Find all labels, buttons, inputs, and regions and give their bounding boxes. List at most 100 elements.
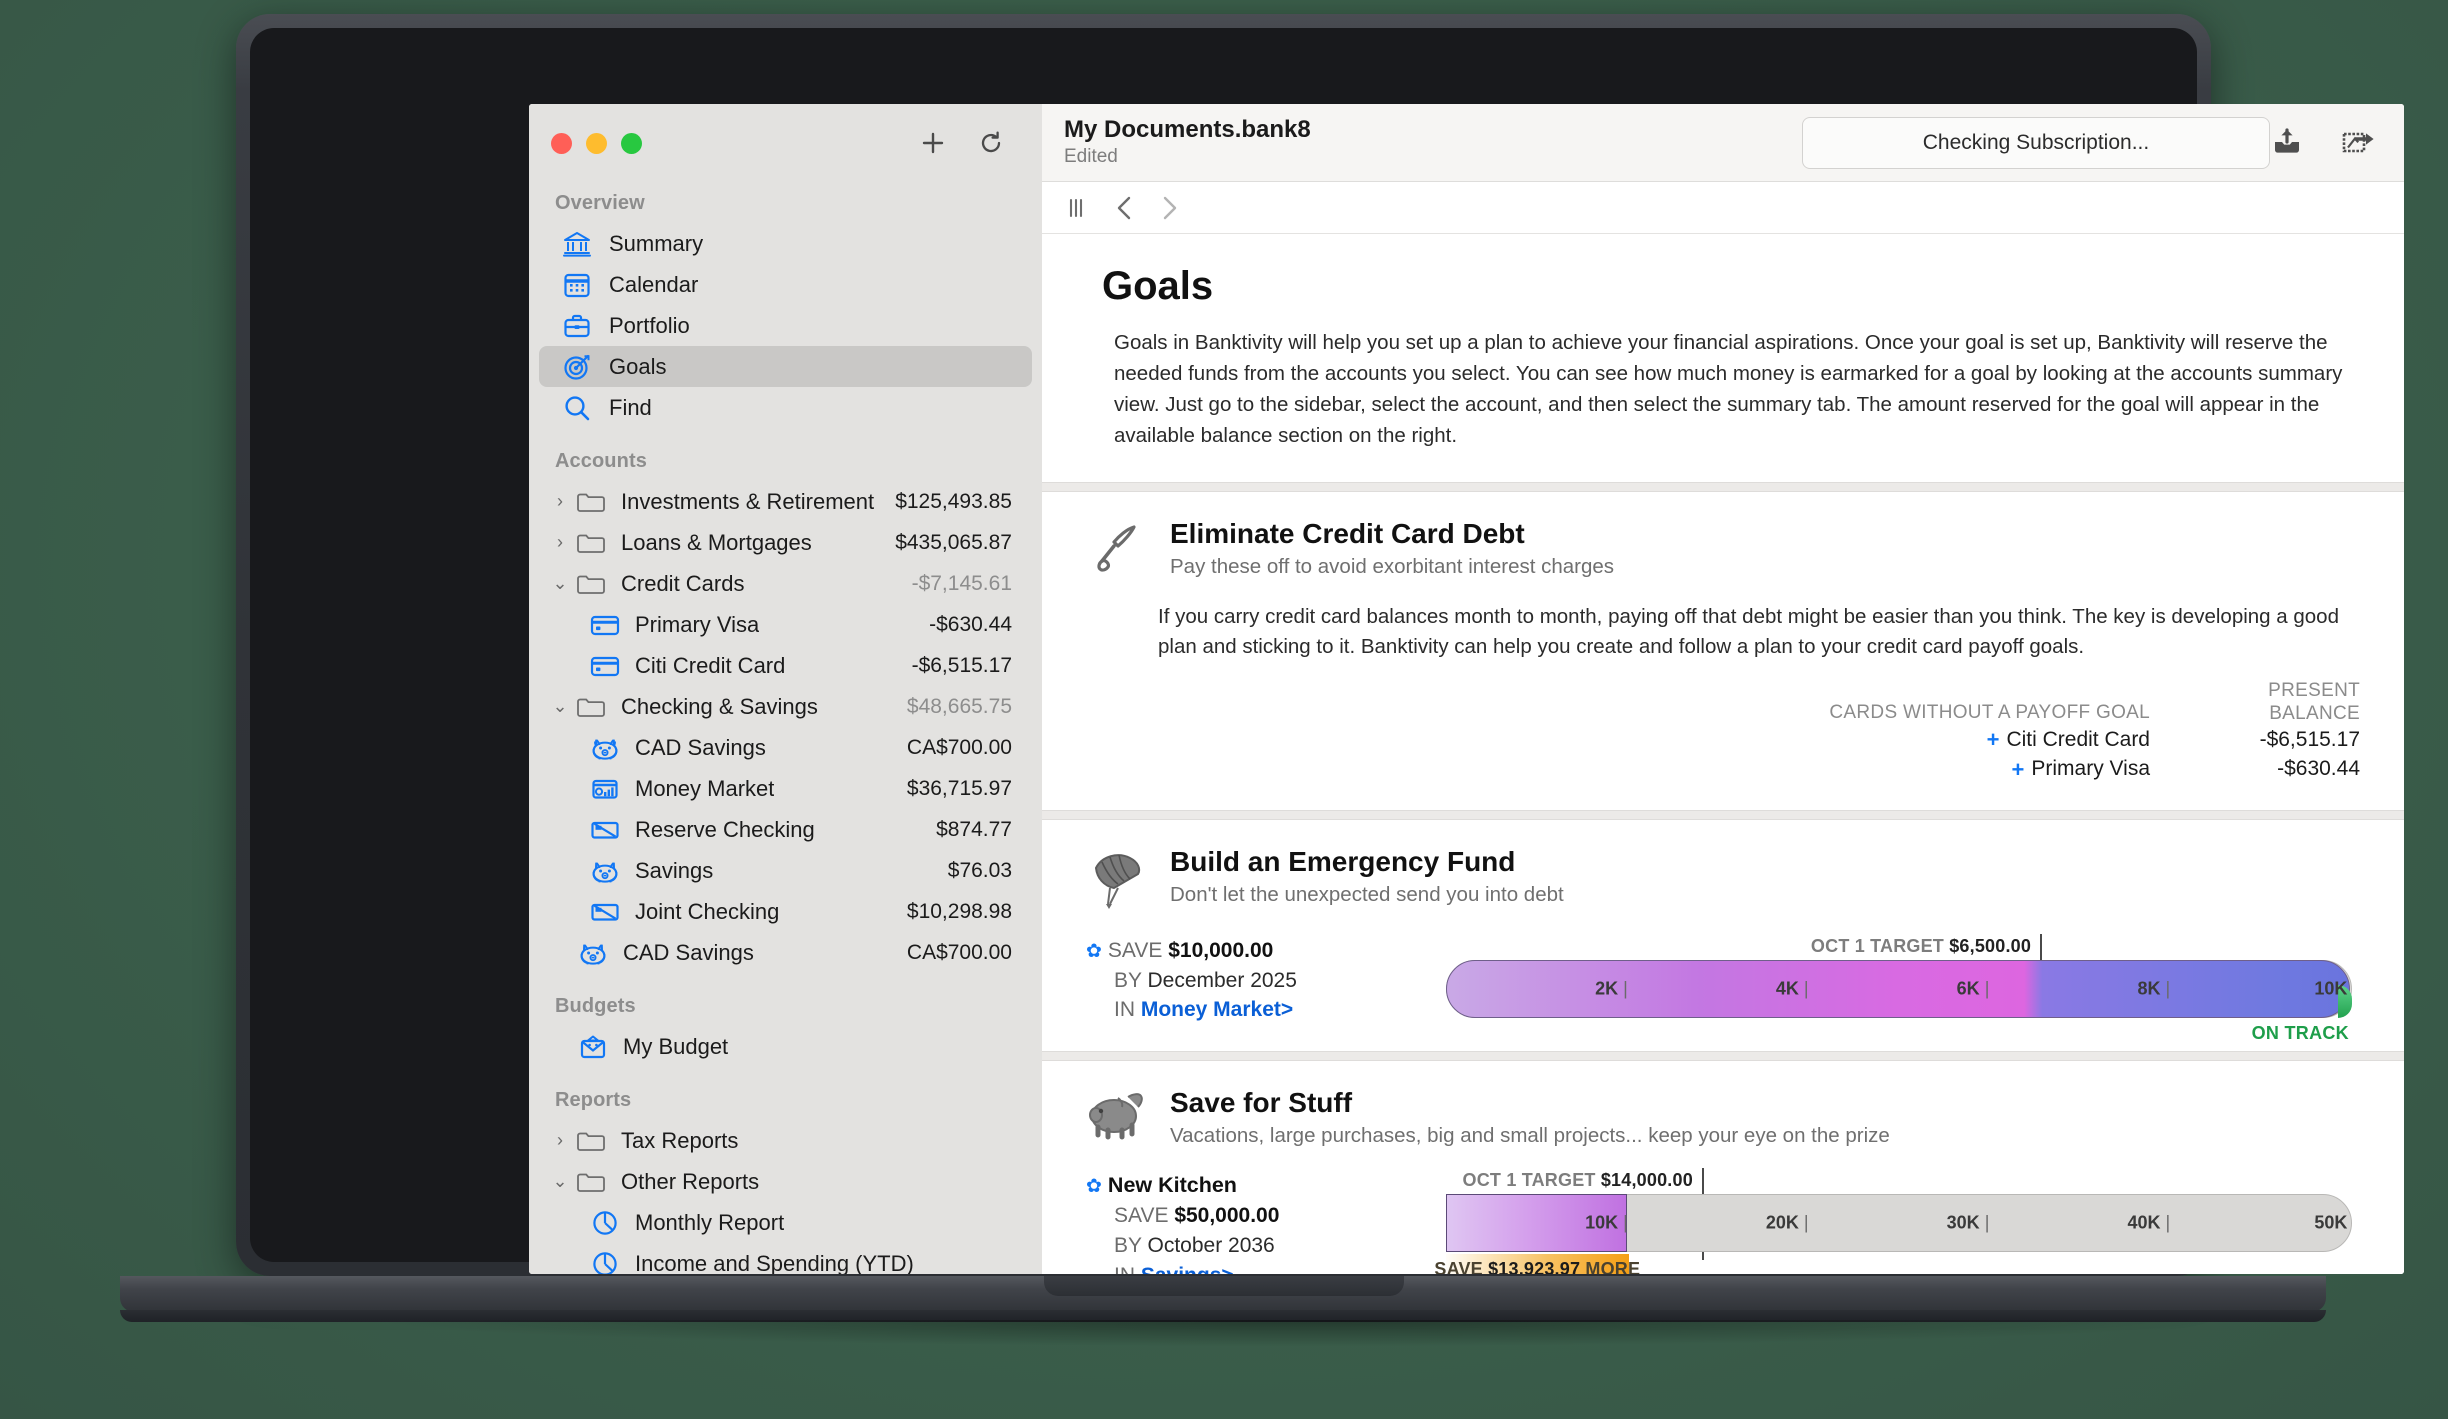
- budget-envelope-icon: [575, 1032, 611, 1062]
- progress-chart-new-kitchen: OCT 1 TARGET $14,000.00 10K | 20K | 30K …: [1434, 1168, 2360, 1274]
- folder-icon: [573, 1167, 609, 1197]
- gear-icon[interactable]: ✿: [1086, 941, 1102, 962]
- sidebar-item-find[interactable]: Find: [539, 387, 1032, 428]
- chevron-right-icon[interactable]: ›: [547, 1130, 573, 1151]
- sidebar-item-monthly-report[interactable]: Monthly Report: [539, 1202, 1032, 1243]
- sidebar-item-label: CAD Savings: [635, 734, 766, 760]
- sidebar-group-checking-savings[interactable]: ⌄ Checking & Savings $48,665.75: [539, 686, 1032, 727]
- laptop-mockup: Overview Summary Calendar Portfolio Goal…: [120, 14, 2404, 1346]
- account-balance: $36,715.97: [906, 776, 1012, 800]
- sidebar-item-cad-savings[interactable]: CAD Savings CA$700.00: [539, 727, 1032, 768]
- sidebar-item-label: Income and Spending (YTD): [635, 1250, 914, 1275]
- sidebar-item-citi-credit-card[interactable]: Citi Credit Card -$6,515.17: [539, 645, 1032, 686]
- in-keyword: IN: [1114, 998, 1135, 1022]
- sidebar-item-primary-visa[interactable]: Primary Visa -$630.44: [539, 604, 1032, 645]
- sidebar-group-loans[interactable]: › Loans & Mortgages $435,065.87: [539, 522, 1032, 563]
- screen: Overview Summary Calendar Portfolio Goal…: [529, 104, 2404, 1274]
- sidebar-group-tax-reports[interactable]: › Tax Reports: [539, 1120, 1032, 1161]
- traffic-lights: [551, 132, 642, 154]
- table-row[interactable]: + Citi Credit Card -$6,515.17: [1086, 725, 2360, 754]
- chevron-right-icon[interactable]: ›: [547, 491, 573, 512]
- piggy-bank-gray-icon: [1086, 1087, 1148, 1141]
- sidebar-item-label: Investments & Retirement: [621, 488, 875, 514]
- export-icon[interactable]: [2342, 128, 2376, 158]
- pie-chart-icon: [587, 1208, 623, 1238]
- save-keyword: SAVE: [1114, 1204, 1169, 1228]
- add-payoff-goal-icon[interactable]: +: [1987, 725, 2000, 754]
- account-link[interactable]: Savings>: [1141, 1264, 1234, 1274]
- checkbook-icon: [587, 815, 623, 845]
- sidebar-item-summary[interactable]: Summary: [539, 223, 1032, 264]
- piggy-bank-icon: [587, 733, 623, 763]
- credit-card-icon: [587, 651, 623, 681]
- back-icon[interactable]: [1114, 195, 1136, 221]
- goals-intro-text: Goals in Banktivity will help you set up…: [1114, 331, 2343, 448]
- sidebar-section-overview: Overview: [555, 192, 645, 214]
- table-row[interactable]: + Primary Visa -$630.44: [1086, 755, 2361, 784]
- shortfall-badge: SAVE $13,923.97 MORE: [1434, 1254, 1640, 1274]
- chevron-down-icon[interactable]: ⌄: [547, 696, 573, 717]
- parachute-icon: [1086, 846, 1148, 910]
- account-link[interactable]: Money Market>: [1141, 998, 1293, 1021]
- briefcase-icon: [559, 311, 595, 341]
- sidebar-item-portfolio[interactable]: Portfolio: [539, 305, 1032, 346]
- divider: [1042, 809, 2404, 820]
- close-button[interactable]: [551, 132, 572, 154]
- shovel-icon: [1086, 518, 1148, 580]
- gear-icon[interactable]: ✿: [1086, 1176, 1102, 1197]
- target-label-new-kitchen: OCT 1 TARGET $14,000.00: [1462, 1170, 1693, 1191]
- add-icon[interactable]: [920, 130, 946, 156]
- plan-name: New Kitchen: [1107, 1173, 1237, 1198]
- sidebar-toggle-icon[interactable]: [1066, 196, 1092, 220]
- sidebar-item-joint-checking[interactable]: Joint Checking $10,298.98: [539, 891, 1032, 932]
- account-balance: CA$700.00: [906, 940, 1012, 964]
- sidebar-item-reserve-checking[interactable]: Reserve Checking $874.77: [539, 809, 1032, 850]
- sidebar-item-income-spending-ytd[interactable]: Income and Spending (YTD): [539, 1243, 1032, 1274]
- sidebar-item-label: Savings: [635, 857, 714, 883]
- sidebar-group-investments[interactable]: › Investments & Retirement $125,493.85: [539, 481, 1032, 522]
- by-date: October 2036: [1147, 1234, 1275, 1258]
- sidebar-item-goals[interactable]: Goals: [539, 346, 1032, 387]
- in-keyword: IN: [1114, 1264, 1135, 1274]
- goals-content[interactable]: Goals Goals in Banktivity will help you …: [1042, 234, 2404, 1274]
- folder-icon: [573, 569, 609, 599]
- bank-icon: [559, 229, 595, 259]
- import-icon[interactable]: [2270, 127, 2304, 158]
- divider: [1042, 481, 2404, 492]
- sidebar-item-money-market[interactable]: Money Market $36,715.97: [539, 768, 1032, 809]
- banktivity-app: Overview Summary Calendar Portfolio Goal…: [529, 104, 2404, 1274]
- sidebar-group-other-reports[interactable]: ⌄ Other Reports: [539, 1161, 1032, 1202]
- account-balance: $125,493.85: [895, 489, 1012, 513]
- forward-icon[interactable]: [1158, 195, 1180, 221]
- add-payoff-goal-icon[interactable]: +: [2012, 755, 2025, 784]
- chevron-down-icon[interactable]: ⌄: [547, 1171, 573, 1192]
- chevron-right-icon[interactable]: ›: [547, 532, 573, 553]
- sidebar-item-my-budget[interactable]: My Budget: [539, 1026, 1032, 1067]
- sidebar-item-label: Other Reports: [621, 1168, 760, 1194]
- sidebar-item-savings[interactable]: Savings $76.03: [539, 850, 1032, 891]
- plan-save-line: ✿ SAVE $10,000.00: [1086, 936, 1446, 966]
- sidebar-item-label: Tax Reports: [621, 1127, 739, 1153]
- goal-subtitle: Pay these off to avoid exorbitant intere…: [1170, 554, 1615, 578]
- card-name: Primary Visa: [2031, 757, 2150, 781]
- progress-bar-emergency: 2K | 4K | 6K | 8K | 10K ON TRACK: [1446, 959, 2352, 1043]
- table-col-header-cards: CARDS WITHOUT A PAYOFF GOAL: [1829, 702, 2150, 724]
- minimize-button[interactable]: [586, 132, 607, 154]
- sidebar-item-cad-savings-top[interactable]: CAD Savings CA$700.00: [539, 932, 1032, 973]
- sidebar-item-label: Loans & Mortgages: [621, 529, 812, 555]
- folder-icon: [573, 1126, 609, 1156]
- sidebar-scroll-area[interactable]: Overview Summary Calendar Portfolio Goal…: [529, 182, 1042, 1274]
- maximize-button[interactable]: [621, 132, 642, 154]
- target-icon: [559, 352, 595, 382]
- sidebar-group-credit-cards[interactable]: ⌄ Credit Cards -$7,145.61: [539, 563, 1032, 604]
- account-balance: $10,298.98: [906, 899, 1012, 923]
- refresh-icon[interactable]: [978, 130, 1004, 156]
- target-label-emergency: OCT 1 TARGET $6,500.00: [1810, 935, 2032, 956]
- subscription-status-pill[interactable]: Checking Subscription...: [1802, 116, 2270, 169]
- piggy-bank-icon: [587, 856, 623, 886]
- by-keyword: BY: [1114, 968, 1142, 992]
- chevron-down-icon[interactable]: ⌄: [547, 573, 573, 594]
- sidebar-item-label: Summary: [609, 230, 704, 256]
- sidebar-item-calendar[interactable]: Calendar: [539, 264, 1032, 305]
- sidebar-item-label: Checking & Savings: [621, 693, 818, 719]
